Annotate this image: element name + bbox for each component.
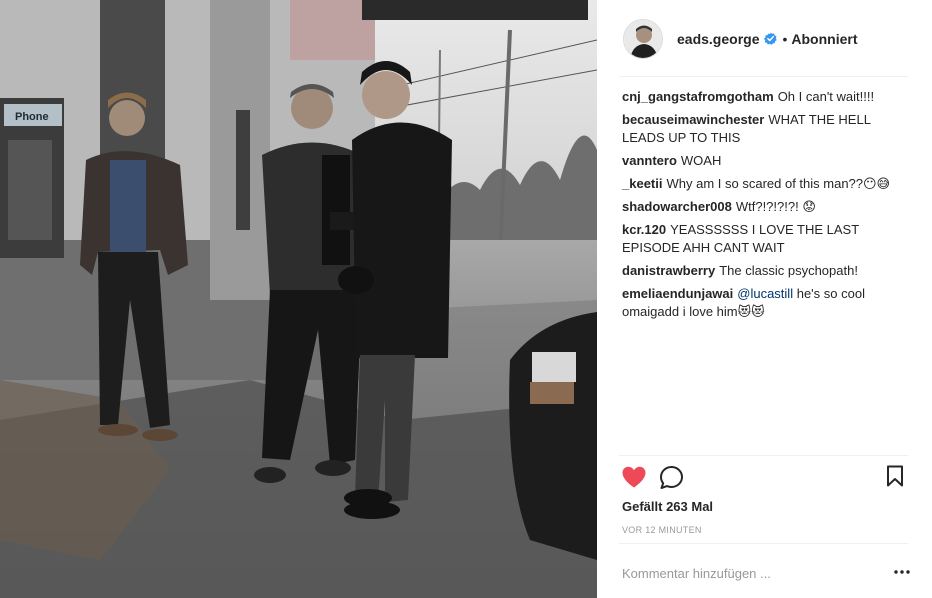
comment-text: Wtf?!?!?!?! 😟 <box>735 199 816 214</box>
comment-item: cnj_gangstafromgotham Oh I can't wait!!!! <box>622 88 912 106</box>
comment-username[interactable]: _keetii <box>622 176 662 191</box>
comment-text: Why am I so scared of this man??😶😅 <box>666 176 891 191</box>
phone-sign-text: Phone <box>15 111 49 123</box>
verified-badge-icon <box>764 32 778 45</box>
comment-username[interactable]: kcr.120 <box>622 222 666 237</box>
post-header: eads.george • Abonniert <box>597 0 932 77</box>
comment-icon[interactable] <box>659 465 684 490</box>
likes-count[interactable]: Gefällt 263 Mal <box>622 499 713 514</box>
comment-item: emeliaendunjawai @lucastill he's so cool … <box>622 285 912 321</box>
comment-item: becauseimawinchester WHAT THE HELL LEADS … <box>622 111 912 147</box>
comment-item: danistrawberry The classic psychopath! <box>622 262 912 280</box>
comments-list: cnj_gangstafromgotham Oh I can't wait!!!!… <box>622 88 912 326</box>
comment-text: WOAH <box>680 153 722 168</box>
comment-item: vanntero WOAH <box>622 152 912 170</box>
comment-username[interactable]: cnj_gangstafromgotham <box>622 89 774 104</box>
post-timestamp[interactable]: VOR 12 MINUTEN <box>622 525 702 535</box>
comment-item: shadowarcher008 Wtf?!?!?!?! 😟 <box>622 198 912 216</box>
header-separator: • <box>782 30 788 47</box>
comment-text: The classic psychopath! <box>719 263 858 278</box>
post-sidebar: eads.george • Abonniert cnj_gangstafromg… <box>597 0 932 598</box>
actions-divider <box>619 455 908 456</box>
comment-username[interactable]: danistrawberry <box>622 263 715 278</box>
comment-username[interactable]: shadowarcher008 <box>622 199 732 214</box>
comment-input-divider <box>619 543 908 544</box>
comment-username[interactable]: vanntero <box>622 153 677 168</box>
comment-username[interactable]: becauseimawinchester <box>622 112 764 127</box>
bookmark-icon[interactable] <box>886 465 904 487</box>
comment-item: _keetii Why am I so scared of this man??😶… <box>622 175 912 193</box>
post-photo[interactable]: Phone <box>0 0 597 598</box>
more-options-icon[interactable] <box>893 563 911 581</box>
header-divider <box>619 76 908 77</box>
follow-status-button[interactable]: Abonniert <box>791 31 857 47</box>
post-photo-image: Phone <box>0 0 597 598</box>
comment-username[interactable]: emeliaendunjawai <box>622 286 733 301</box>
comment-text: Oh I can't wait!!!! <box>777 89 875 104</box>
username-link[interactable]: eads.george <box>677 31 759 47</box>
comment-item: kcr.120 YEASSSSSS I LOVE THE LAST EPISODE… <box>622 221 912 257</box>
post-actions <box>621 463 911 493</box>
mention-link[interactable]: @lucastill <box>737 286 793 301</box>
heart-filled-icon[interactable] <box>621 465 647 489</box>
avatar[interactable] <box>623 18 663 59</box>
comment-input[interactable] <box>622 563 872 583</box>
